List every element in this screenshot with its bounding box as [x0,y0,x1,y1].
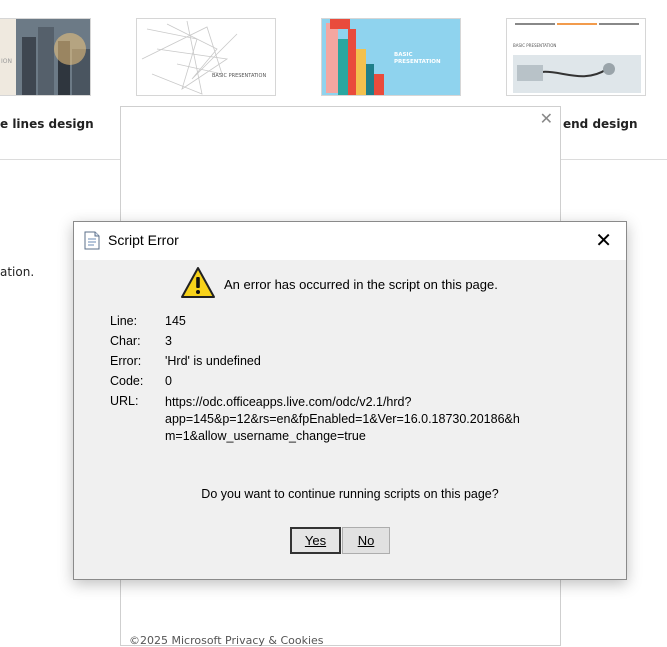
template-thumbnail-4[interactable]: BASIC PRESENTATION [506,18,646,96]
medical-photo-image: BASIC PRESENTATION [507,19,645,95]
template-thumbnail-3[interactable]: BASIC PRESENTATION [321,18,461,96]
thumb-3-line-1: BASIC [394,52,413,58]
thumb-2-text: BASIC PRESENTATION [212,73,266,79]
line-art-image: BASIC PRESENTATION [137,19,275,95]
template-thumbnail-1[interactable]: ION [0,18,91,96]
detail-label: Line: [110,314,138,328]
warning-icon [180,266,216,304]
dialog-title-bar[interactable]: Script Error ✕ [74,222,626,260]
thumb-4-text: BASIC PRESENTATION [513,43,556,48]
document-icon [84,231,100,254]
template-thumbnail-2[interactable]: BASIC PRESENTATION [136,18,276,96]
yes-button[interactable]: Yes [290,527,341,554]
no-button[interactable]: No [342,527,390,554]
url-line: app=145&p=12&rs=en&fpEnabled=1&Ver=16.0.… [165,412,520,426]
detail-value: 'Hrd' is undefined [165,354,261,368]
detail-label: Char: [110,334,141,348]
yes-button-label: Yes [304,533,327,548]
detail-label: Error: [110,354,142,368]
error-message: An error has occurred in the script on t… [224,277,498,292]
side-description-text: ation. [0,265,35,279]
detail-value: 145 [165,314,186,328]
close-icon[interactable]: ✕ [540,111,553,127]
url-line: m=1&allow_username_change=true [165,429,366,443]
background-dialog-footer: ©2025 Microsoft Privacy & Cookies [129,634,324,647]
template-caption-4[interactable]: end design [563,117,638,131]
continue-question: Do you want to continue running scripts … [201,487,499,501]
no-button-label: No [357,533,375,548]
script-error-dialog: Script Error ✕ An error has occurred in … [73,221,627,580]
thumb-1-text: ION [1,58,12,65]
template-caption-1[interactable]: e lines design [0,117,94,131]
detail-label: URL: [110,394,139,408]
close-icon[interactable]: ✕ [595,230,612,250]
url-line: https://odc.officeapps.live.com/odc/v2.1… [165,395,412,409]
detail-value: 0 [165,374,172,388]
dialog-title: Script Error [108,232,179,248]
blocks-image: BASIC PRESENTATION [322,19,460,95]
detail-label: Code: [110,374,144,388]
detail-url-value: https://odc.officeapps.live.com/odc/v2.1… [165,394,545,445]
city-photo-image: ION [0,19,90,95]
thumb-3-line-2: PRESENTATION [394,59,441,65]
detail-value: 3 [165,334,172,348]
